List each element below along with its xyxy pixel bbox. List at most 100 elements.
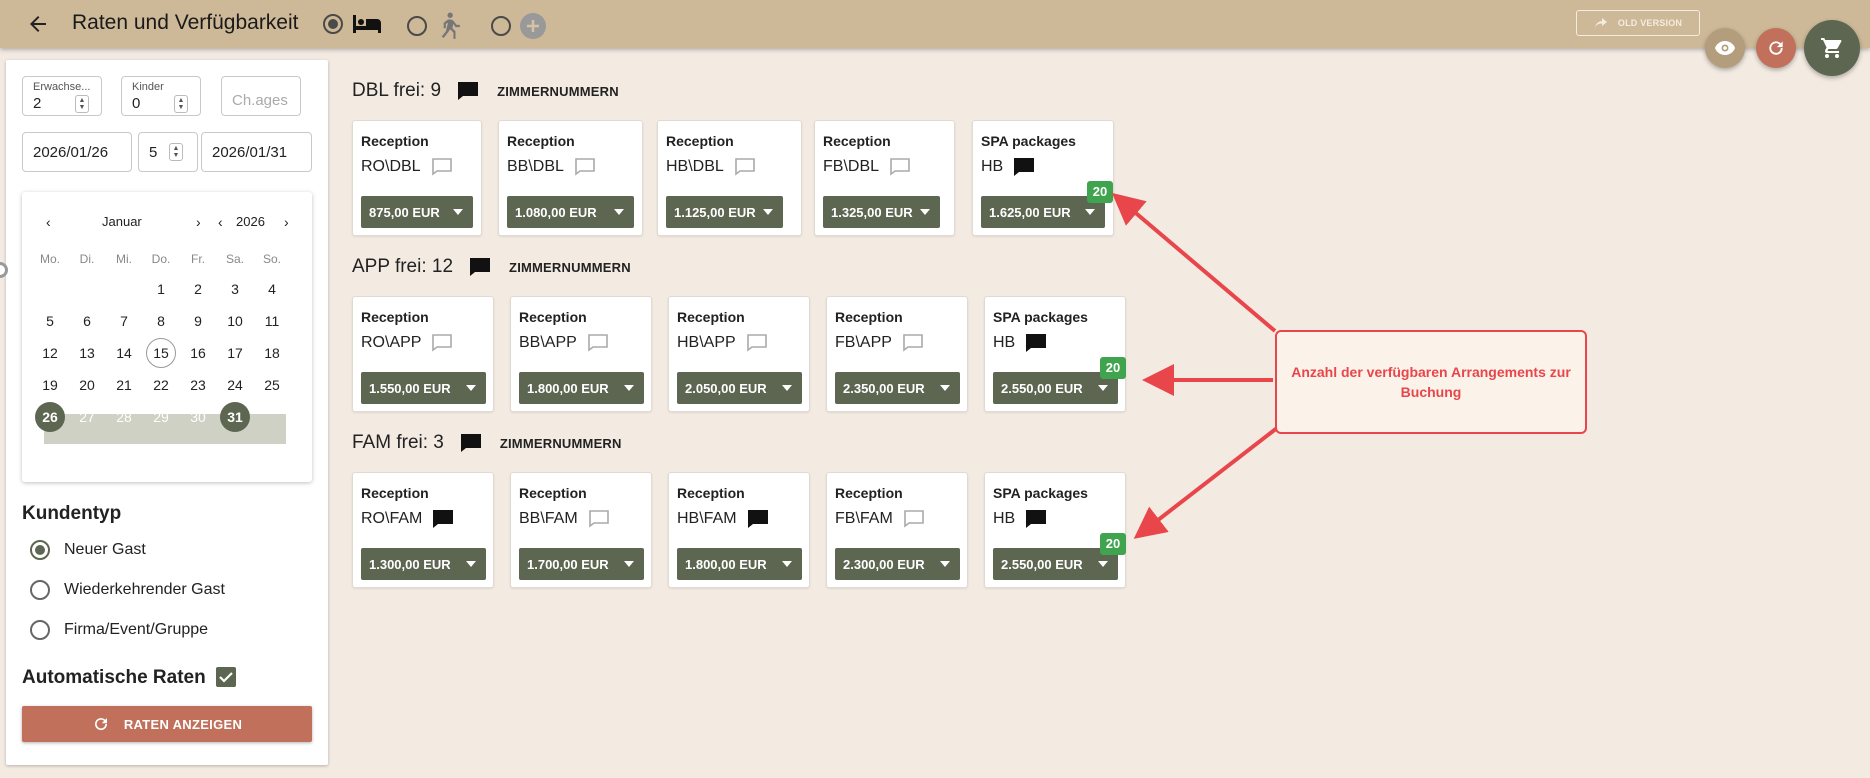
rate-comment-icon[interactable]: [889, 157, 911, 177]
children-stepper[interactable]: ▲ ▼: [174, 95, 188, 113]
calendar-day[interactable]: 7: [109, 306, 139, 336]
price-dropdown-button[interactable]: 1.800,00 EUR: [677, 548, 802, 580]
rate-comment-icon[interactable]: [431, 157, 453, 177]
next-year-icon[interactable]: ›: [284, 214, 289, 230]
price-dropdown-button[interactable]: 1.700,00 EUR: [519, 548, 644, 580]
calendar-day[interactable]: 25: [257, 370, 287, 400]
prev-month-icon[interactable]: ‹: [46, 214, 51, 230]
rate-comment-icon[interactable]: [588, 509, 610, 529]
rate-comment-icon[interactable]: [746, 333, 768, 353]
calendar-day[interactable]: 15: [146, 338, 176, 368]
calendar-day[interactable]: 10: [220, 306, 250, 336]
customer-type-radio[interactable]: [30, 540, 50, 560]
prev-year-icon[interactable]: ‹: [218, 214, 223, 230]
calendar-day[interactable]: 17: [220, 338, 250, 368]
rate-comment-icon[interactable]: [1013, 157, 1035, 177]
calendar-day[interactable]: 12: [35, 338, 65, 368]
price-dropdown-button[interactable]: 1.550,00 EUR: [361, 372, 486, 404]
back-arrow-icon[interactable]: [26, 12, 50, 36]
stepper-up-icon[interactable]: ▲: [178, 97, 185, 104]
calendar-day[interactable]: 27: [72, 402, 102, 432]
room-numbers-link[interactable]: ZIMMERNUMMERN: [509, 260, 631, 275]
rate-comment-icon[interactable]: [431, 333, 453, 353]
room-numbers-link[interactable]: ZIMMERNUMMERN: [500, 436, 622, 451]
calendar-day[interactable]: 2: [183, 274, 213, 304]
rate-comment-icon[interactable]: [432, 509, 454, 529]
calendar-day[interactable]: 6: [72, 306, 102, 336]
room-numbers-link[interactable]: ZIMMERNUMMERN: [497, 84, 619, 99]
calendar-month[interactable]: Januar: [102, 214, 142, 229]
calendar-day[interactable]: 31: [220, 402, 250, 432]
room-comment-icon[interactable]: [460, 433, 482, 453]
nights-field[interactable]: 5 ▲ ▼: [138, 132, 198, 172]
stepper-down-icon[interactable]: ▼: [178, 104, 185, 111]
price-dropdown-button[interactable]: 1.300,00 EUR: [361, 548, 486, 580]
calendar-day[interactable]: 5: [35, 306, 65, 336]
calendar-day[interactable]: 8: [146, 306, 176, 336]
preview-button[interactable]: [1705, 28, 1745, 68]
auto-rates-checkbox[interactable]: [216, 667, 236, 687]
price-dropdown-button[interactable]: 2.300,00 EUR: [835, 548, 960, 580]
rate-comment-icon[interactable]: [903, 509, 925, 529]
customer-type-option-returning[interactable]: Wiederkehrender Gast: [30, 580, 225, 600]
rate-comment-icon[interactable]: [747, 509, 769, 529]
customer-type-radio[interactable]: [30, 580, 50, 600]
calendar-day[interactable]: 24: [220, 370, 250, 400]
price-dropdown-button[interactable]: 1.325,00 EUR: [823, 196, 940, 228]
nights-stepper[interactable]: ▲ ▼: [169, 143, 183, 161]
stepper-down-icon[interactable]: ▼: [173, 152, 180, 159]
rate-comment-icon[interactable]: [1025, 333, 1047, 353]
mode-hotel-option[interactable]: [323, 12, 383, 36]
show-rates-button[interactable]: RATEN ANZEIGEN: [22, 706, 312, 742]
calendar-day[interactable]: 4: [257, 274, 287, 304]
mode-add-option[interactable]: [491, 12, 547, 40]
adults-stepper[interactable]: ▲ ▼: [75, 95, 89, 113]
child-ages-field[interactable]: Ch.ages: [221, 76, 301, 116]
rate-comment-icon[interactable]: [902, 333, 924, 353]
customer-type-option-company[interactable]: Firma/Event/Gruppe: [30, 620, 208, 640]
price-dropdown-button[interactable]: 2.050,00 EUR: [677, 372, 802, 404]
calendar-day[interactable]: 13: [72, 338, 102, 368]
price-dropdown-button[interactable]: 1.080,00 EUR: [507, 196, 634, 228]
old-version-button[interactable]: OLD VERSION: [1576, 10, 1700, 36]
refresh-button[interactable]: [1756, 28, 1796, 68]
calendar-day[interactable]: 14: [109, 338, 139, 368]
price-dropdown-button[interactable]: 2.350,00 EUR: [835, 372, 960, 404]
price-dropdown-button[interactable]: 1.125,00 EUR: [666, 196, 783, 228]
calendar-day[interactable]: 9: [183, 306, 213, 336]
calendar-day[interactable]: 16: [183, 338, 213, 368]
calendar-day[interactable]: 22: [146, 370, 176, 400]
mode-add-radio[interactable]: [491, 16, 511, 36]
cart-button[interactable]: [1804, 20, 1860, 76]
calendar-day[interactable]: 11: [257, 306, 287, 336]
customer-type-radio[interactable]: [30, 620, 50, 640]
calendar-day[interactable]: 21: [109, 370, 139, 400]
calendar-day[interactable]: 30: [183, 402, 213, 432]
adults-field[interactable]: Erwachse... 2 ▲ ▼: [22, 76, 102, 116]
rate-comment-icon[interactable]: [734, 157, 756, 177]
arrival-date-field[interactable]: 2026/01/26: [22, 132, 132, 172]
price-dropdown-button[interactable]: 875,00 EUR: [361, 196, 473, 228]
departure-date-field[interactable]: 2026/01/31: [201, 132, 312, 172]
price-dropdown-button[interactable]: 1.800,00 EUR: [519, 372, 644, 404]
children-field[interactable]: Kinder 0 ▲ ▼: [121, 76, 201, 116]
customer-type-option-new[interactable]: Neuer Gast: [30, 540, 146, 560]
mode-activity-option[interactable]: [407, 12, 461, 40]
rate-comment-icon[interactable]: [574, 157, 596, 177]
calendar-day[interactable]: 23: [183, 370, 213, 400]
room-comment-icon[interactable]: [457, 81, 479, 101]
calendar-day[interactable]: 18: [257, 338, 287, 368]
stepper-up-icon[interactable]: ▲: [79, 97, 86, 104]
rate-comment-icon[interactable]: [1025, 509, 1047, 529]
stepper-up-icon[interactable]: ▲: [173, 145, 180, 152]
calendar-day[interactable]: 1: [146, 274, 176, 304]
calendar-day[interactable]: 26: [35, 402, 65, 432]
rate-comment-icon[interactable]: [587, 333, 609, 353]
calendar-day[interactable]: 29: [146, 402, 176, 432]
calendar-day[interactable]: 28: [109, 402, 139, 432]
mode-activity-radio[interactable]: [407, 16, 427, 36]
stepper-down-icon[interactable]: ▼: [79, 104, 86, 111]
next-month-icon[interactable]: ›: [196, 214, 201, 230]
mode-hotel-radio[interactable]: [323, 14, 343, 34]
calendar-day[interactable]: 20: [72, 370, 102, 400]
